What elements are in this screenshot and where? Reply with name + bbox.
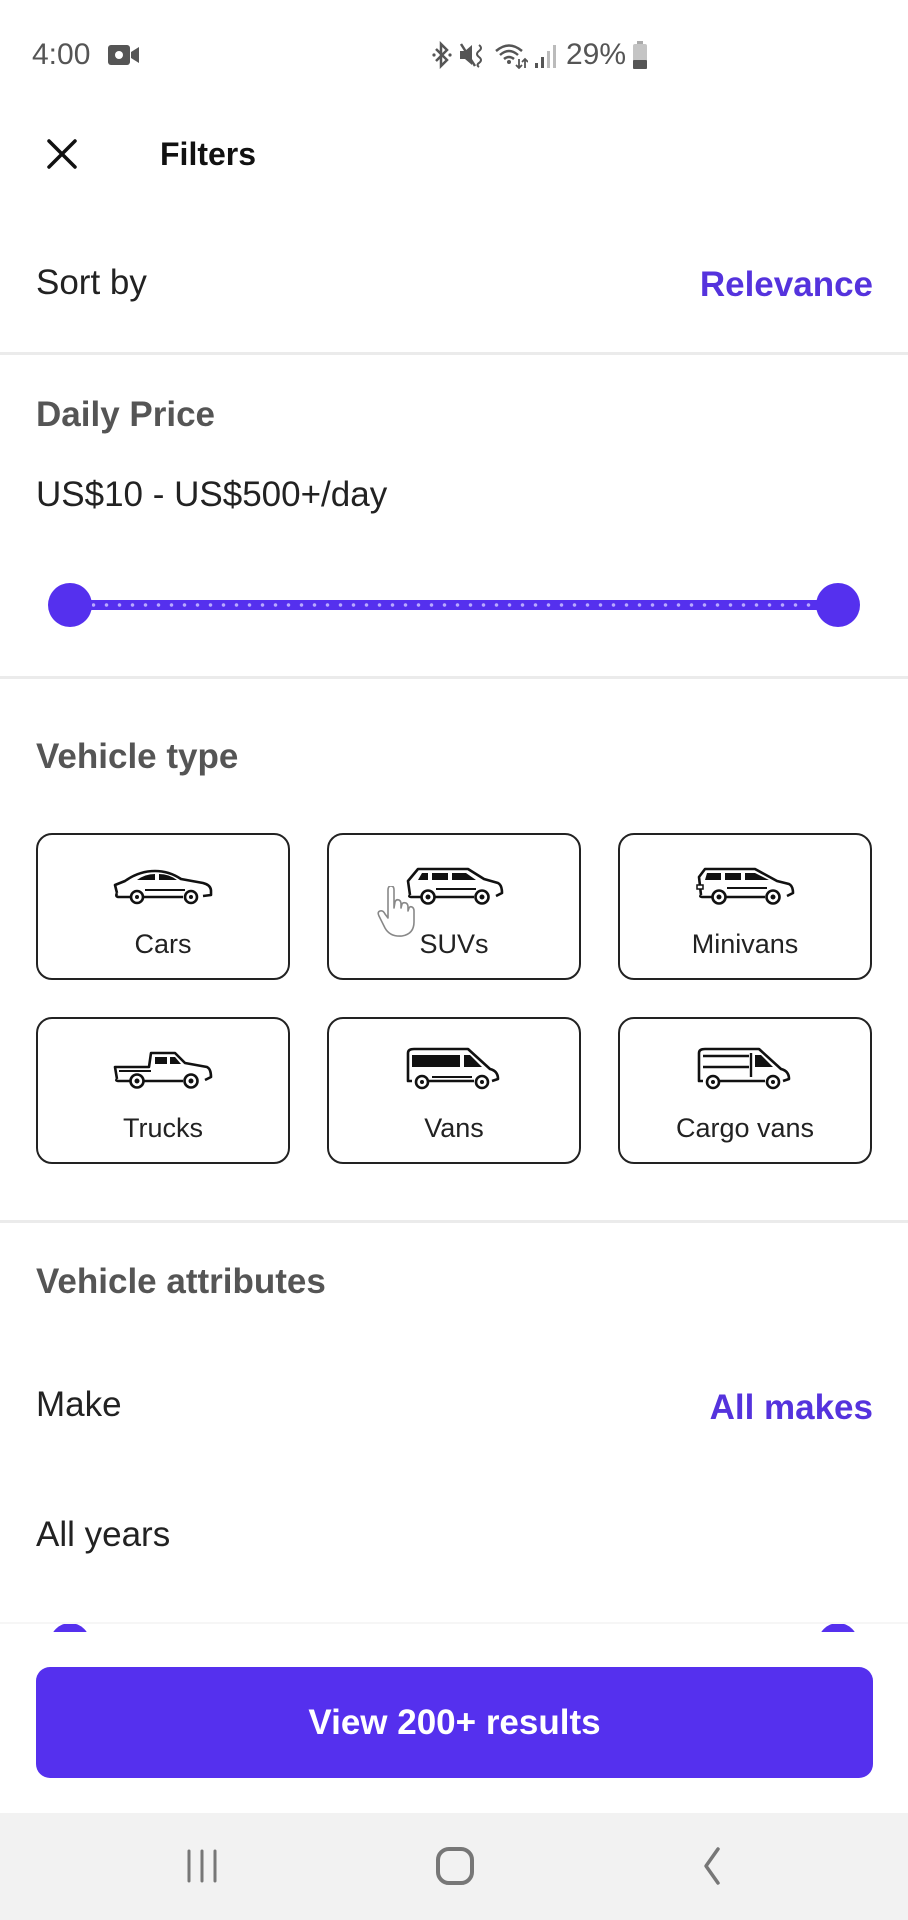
price-range-text: US$10 - US$500+/day [36, 475, 388, 514]
divider [0, 352, 908, 355]
sort-by-value[interactable]: Relevance [700, 263, 873, 307]
divider [0, 1220, 908, 1223]
bluetooth-icon [432, 41, 452, 69]
make-label: Make [36, 1385, 122, 1424]
sedan-icon [113, 869, 213, 905]
home-button[interactable] [425, 1841, 485, 1891]
back-button[interactable] [680, 1841, 740, 1891]
video-camera-icon [108, 45, 139, 65]
vehicle-type-minivans[interactable]: Minivans [618, 833, 872, 980]
vehicle-type-trucks[interactable]: Trucks [36, 1017, 290, 1164]
year-max-thumb[interactable] [818, 1623, 858, 1632]
sort-by-label: Sort by [36, 263, 147, 302]
recent-apps-icon [187, 1849, 217, 1883]
vehicle-type-cars[interactable]: Cars [36, 833, 290, 980]
page-title: Filters [160, 136, 257, 172]
wifi-icon [495, 44, 528, 69]
status-icons: 29% [432, 36, 648, 74]
slider-max-thumb[interactable] [816, 583, 860, 627]
card-label: Trucks [123, 1113, 203, 1143]
slider-min-thumb[interactable] [48, 583, 92, 627]
year-min-thumb[interactable] [50, 1623, 90, 1632]
vehicle-attributes-title: Vehicle attributes [36, 1262, 326, 1301]
card-label: Cargo vans [675, 1113, 815, 1143]
divider [0, 676, 908, 679]
pickup-truck-icon [113, 1051, 213, 1089]
years-label: All years [36, 1515, 171, 1554]
view-results-button[interactable]: View 200+ results [36, 1667, 873, 1778]
recent-apps-button[interactable] [172, 1841, 232, 1891]
close-button[interactable] [40, 132, 84, 176]
vehicle-type-title: Vehicle type [36, 737, 239, 776]
card-label: Vans [424, 1113, 484, 1143]
slider-track[interactable] [70, 600, 838, 610]
card-label: Cars [134, 929, 192, 959]
scroll-fade [0, 1622, 908, 1624]
daily-price-title: Daily Price [36, 395, 215, 434]
price-range-slider[interactable] [48, 580, 860, 630]
system-navbar [0, 1813, 908, 1920]
van-icon [406, 1047, 500, 1090]
signal-icon [535, 45, 556, 68]
mute-vibrate-icon [459, 43, 482, 68]
status-time: 4:00 [32, 38, 91, 71]
vehicle-type-suvs[interactable]: SUVs [327, 833, 581, 980]
close-icon [47, 139, 77, 169]
make-value[interactable]: All makes [710, 1386, 873, 1430]
vehicle-type-cargo-vans[interactable]: Cargo vans [618, 1017, 872, 1164]
cargo-van-icon [697, 1047, 791, 1090]
minivan-icon [696, 867, 795, 905]
suv-icon [406, 867, 504, 905]
battery-percent: 29% [566, 38, 627, 71]
card-label: Minivans [691, 929, 799, 959]
vehicle-type-vans[interactable]: Vans [327, 1017, 581, 1164]
back-icon [704, 1847, 720, 1885]
card-label: SUVs [419, 929, 489, 959]
home-icon [436, 1847, 474, 1885]
battery-icon [633, 41, 648, 69]
